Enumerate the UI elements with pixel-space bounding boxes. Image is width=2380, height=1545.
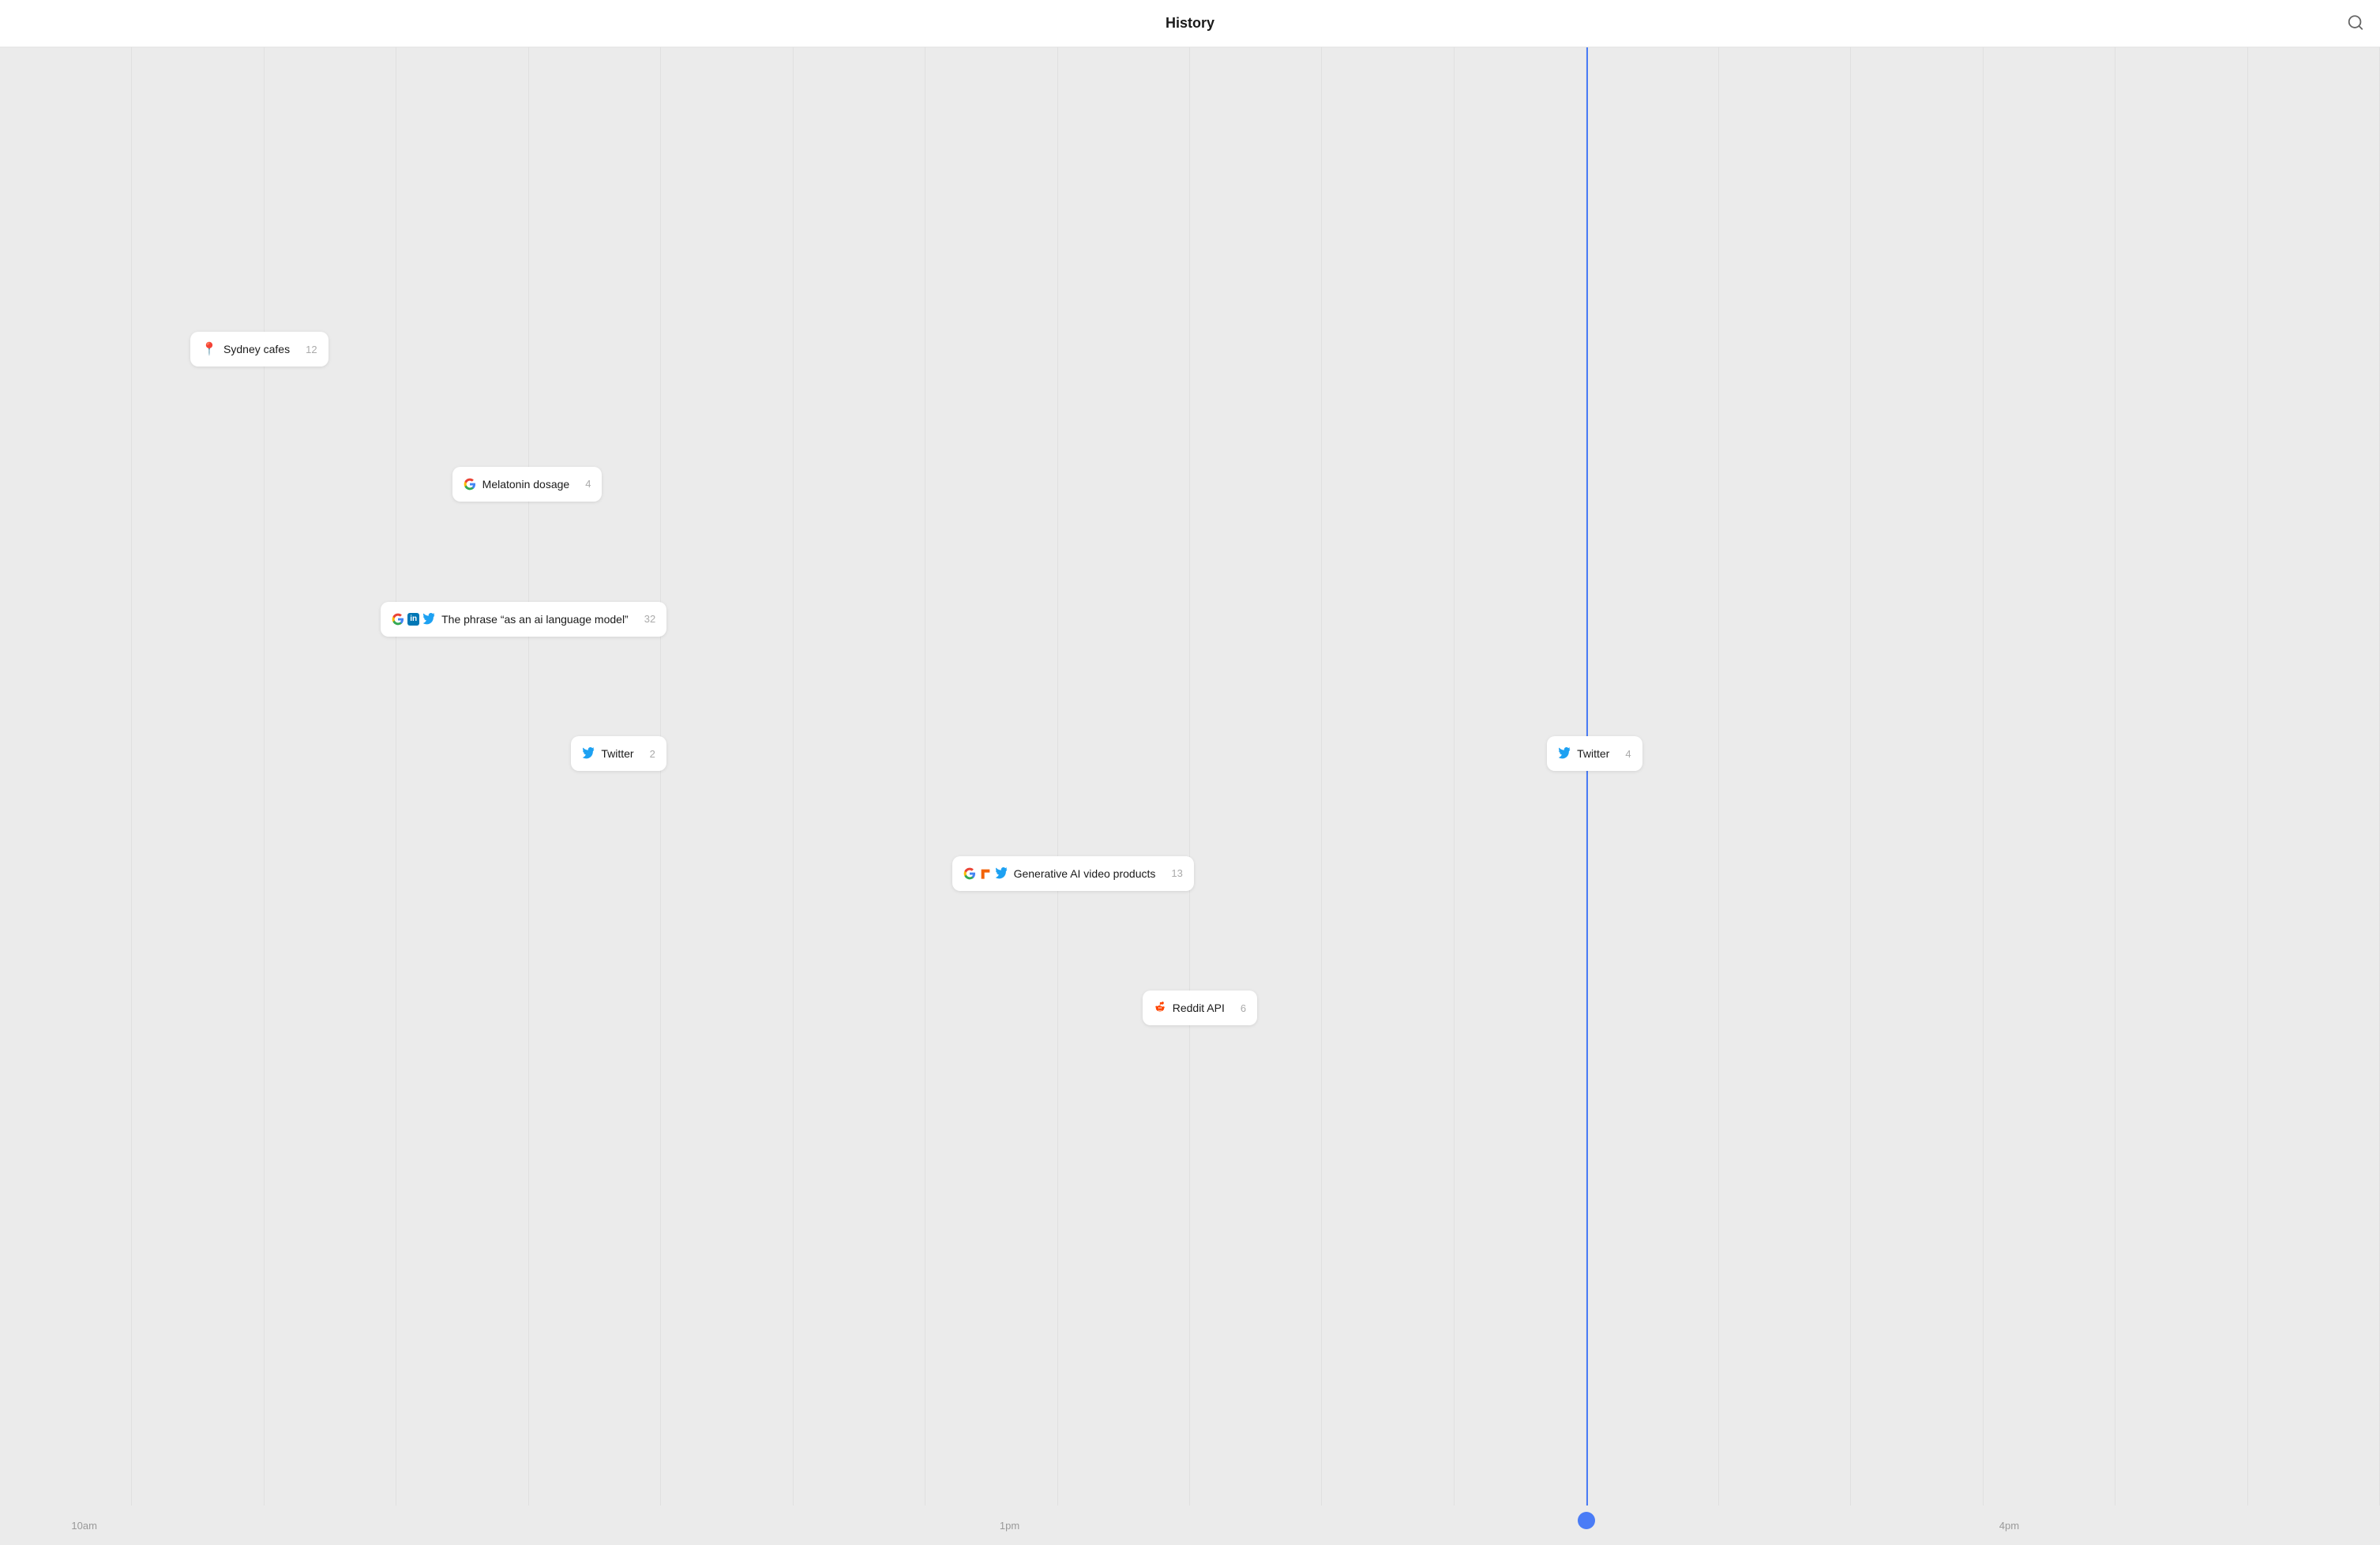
card-count: 4: [585, 478, 591, 490]
replit-icon: [979, 867, 992, 880]
grid-col: [2115, 47, 2247, 1506]
card-ai-language-model[interactable]: in The phrase “as an ai language model” …: [381, 602, 666, 637]
card-count: 2: [650, 748, 655, 760]
page-title: History: [1166, 15, 1214, 32]
card-label: The phrase “as an ai language model”: [441, 613, 629, 626]
card-label: Twitter: [1577, 747, 1609, 760]
grid-col: [396, 47, 528, 1506]
card-count: 6: [1241, 1002, 1246, 1014]
time-axis: 10am 1pm 4pm: [0, 1506, 2380, 1545]
twitter-icon: [995, 867, 1008, 880]
card-icons: [464, 478, 476, 491]
card-count: 32: [644, 613, 655, 625]
grid-col: [1322, 47, 1454, 1506]
grid-col: [1719, 47, 1851, 1506]
time-label-1pm: 1pm: [1000, 1520, 1019, 1532]
card-reddit-api[interactable]: Reddit API 6: [1143, 991, 1257, 1025]
card-label: Generative AI video products: [1014, 867, 1156, 880]
grid-col: [1455, 47, 1586, 1506]
grid-col: [0, 47, 132, 1506]
card-icons: [963, 867, 1008, 880]
twitter-icon: [422, 613, 435, 626]
grid-col: [1190, 47, 1322, 1506]
timeline-container: 10am 1pm 4pm 📍 Sydney cafes 12 Melatonin…: [0, 47, 2380, 1545]
search-icon: [2347, 13, 2364, 31]
time-label-10am: 10am: [71, 1520, 97, 1532]
grid-col: [1984, 47, 2115, 1506]
reddit-icon: [1154, 1002, 1166, 1014]
time-label-4pm: 4pm: [1999, 1520, 2019, 1532]
card-generative-ai[interactable]: Generative AI video products 13: [952, 856, 1194, 891]
card-icons: [1558, 747, 1571, 760]
card-twitter-1[interactable]: Twitter 2: [571, 736, 666, 771]
card-label: Reddit API: [1173, 1002, 1225, 1014]
twitter-icon: [1558, 747, 1571, 760]
card-label: Melatonin dosage: [482, 478, 570, 491]
card-sydney-cafes[interactable]: 📍 Sydney cafes 12: [190, 332, 328, 367]
grid-col: [1058, 47, 1190, 1506]
twitter-icon: [582, 747, 595, 760]
card-icons: [582, 747, 595, 760]
grid-col: [1586, 47, 1718, 1506]
search-button[interactable]: [2347, 13, 2364, 33]
card-label: Sydney cafes: [223, 343, 290, 355]
grid-col: [1851, 47, 1983, 1506]
maps-icon: 📍: [201, 341, 217, 357]
card-label: Twitter: [601, 747, 633, 760]
google-icon: [464, 478, 476, 491]
card-twitter-2[interactable]: Twitter 4: [1547, 736, 1642, 771]
google-icon: [963, 867, 976, 880]
card-icons: 📍: [201, 341, 217, 357]
card-icons: [1154, 1002, 1166, 1014]
header: History: [0, 0, 2380, 47]
card-icons: in: [392, 613, 435, 626]
google-icon: [392, 613, 404, 626]
grid-col: [661, 47, 793, 1506]
grid-col: [794, 47, 925, 1506]
now-dot: [1578, 1512, 1595, 1529]
grid-col: [925, 47, 1057, 1506]
grid: [0, 47, 2380, 1506]
grid-col: [2248, 47, 2380, 1506]
card-count: 4: [1625, 748, 1631, 760]
card-melatonin-dosage[interactable]: Melatonin dosage 4: [452, 467, 603, 502]
grid-col: [132, 47, 264, 1506]
linkedin-icon: in: [407, 613, 419, 626]
now-line: [1586, 47, 1588, 1506]
grid-col: [529, 47, 661, 1506]
card-count: 13: [1171, 867, 1182, 879]
grid-col: [265, 47, 396, 1506]
card-count: 12: [306, 344, 317, 355]
